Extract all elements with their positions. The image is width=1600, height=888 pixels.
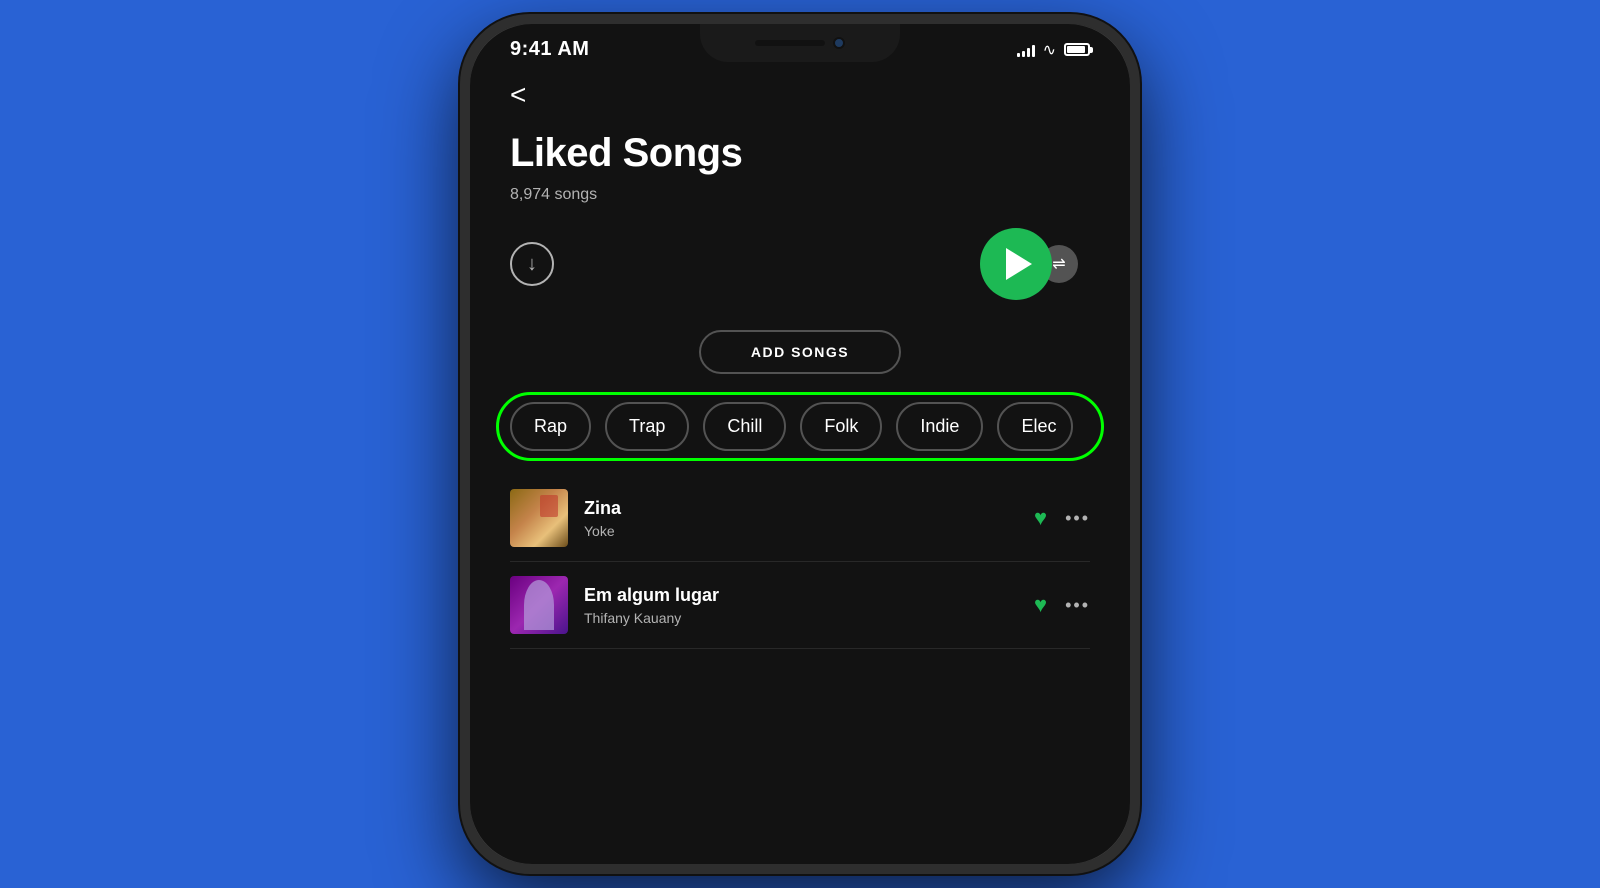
song-thumbnail-zina <box>510 489 568 547</box>
phone-screen: 9:41 AM ∿ <box>470 24 1130 864</box>
song-list: Zina Yoke ♥ ••• <box>510 475 1090 649</box>
song-item-zina[interactable]: Zina Yoke ♥ ••• <box>510 475 1090 562</box>
signal-bar-2 <box>1022 51 1025 57</box>
genre-chip-folk[interactable]: Folk <box>800 402 882 451</box>
more-button-em[interactable]: ••• <box>1065 595 1090 616</box>
phone-wrapper: 9:41 AM ∿ <box>460 14 1140 874</box>
play-triangle-icon <box>1006 248 1032 280</box>
signal-bar-3 <box>1027 48 1030 57</box>
like-button-zina[interactable]: ♥ <box>1034 505 1047 531</box>
app-content: < Liked Songs 8,974 songs ↓ ⇌ <box>470 69 1130 649</box>
play-shuffle-group: ⇌ <box>980 228 1090 300</box>
song-artist-em: Thifany Kauany <box>584 610 1018 626</box>
notch-camera <box>833 37 845 49</box>
battery-fill <box>1067 46 1085 53</box>
song-info-zina: Zina Yoke <box>584 498 1018 539</box>
song-thumbnail-em <box>510 576 568 634</box>
like-button-em[interactable]: ♥ <box>1034 592 1047 618</box>
genre-chip-chill[interactable]: Chill <box>703 402 786 451</box>
playlist-title: Liked Songs <box>510 131 1090 176</box>
song-item-em[interactable]: Em algum lugar Thifany Kauany ♥ ••• <box>510 562 1090 649</box>
shuffle-icon: ⇌ <box>1052 254 1065 274</box>
signal-bars-icon <box>1017 43 1035 57</box>
song-artist-zina: Yoke <box>584 523 1018 539</box>
download-button[interactable]: ↓ <box>510 242 554 286</box>
status-icons: ∿ <box>1017 40 1090 60</box>
signal-bar-1 <box>1017 53 1020 57</box>
em-artwork <box>510 576 568 634</box>
back-button[interactable]: < <box>510 79 1090 111</box>
more-button-zina[interactable]: ••• <box>1065 508 1090 529</box>
genre-chip-rap[interactable]: Rap <box>510 402 591 451</box>
add-songs-button[interactable]: ADD SONGS <box>699 330 901 374</box>
genre-filter-row: Rap Trap Chill Folk Indie Elec <box>510 402 1090 451</box>
controls-row: ↓ ⇌ <box>510 228 1090 300</box>
em-figure <box>524 580 554 630</box>
song-actions-zina: ♥ ••• <box>1034 505 1090 531</box>
zina-artwork <box>510 489 568 547</box>
genre-chip-indie[interactable]: Indie <box>896 402 983 451</box>
song-count: 8,974 songs <box>510 186 1090 204</box>
song-actions-em: ♥ ••• <box>1034 592 1090 618</box>
wifi-icon: ∿ <box>1043 40 1056 60</box>
download-icon: ↓ <box>527 253 537 276</box>
genre-chip-trap[interactable]: Trap <box>605 402 689 451</box>
notch-speaker <box>755 40 825 46</box>
genre-filter-wrapper: Rap Trap Chill Folk Indie Elec <box>510 402 1090 451</box>
battery-icon <box>1064 43 1090 56</box>
notch <box>700 24 900 62</box>
status-time: 9:41 AM <box>510 38 589 61</box>
song-title-zina: Zina <box>584 498 1018 519</box>
genre-chip-elec[interactable]: Elec <box>997 402 1073 451</box>
song-title-em: Em algum lugar <box>584 585 1018 606</box>
play-button[interactable] <box>980 228 1052 300</box>
signal-bar-4 <box>1032 45 1035 57</box>
battery-body <box>1064 43 1090 56</box>
phone-frame: 9:41 AM ∿ <box>460 14 1140 874</box>
song-info-em: Em algum lugar Thifany Kauany <box>584 585 1018 626</box>
